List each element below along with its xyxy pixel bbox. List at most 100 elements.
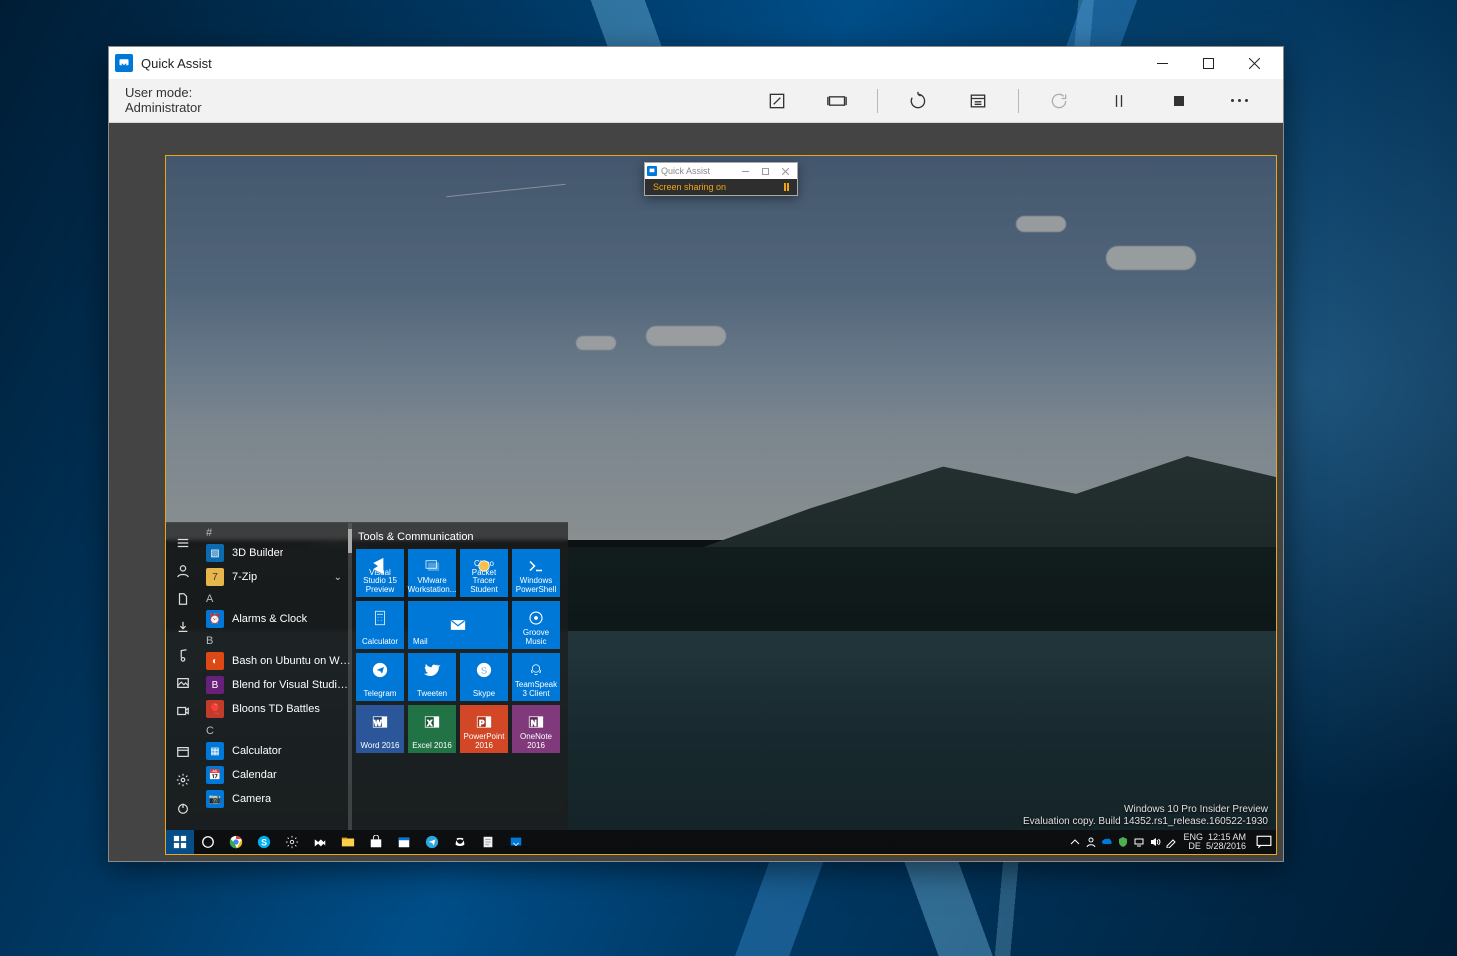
quick-assist-client-window[interactable]: Quick Assist Screen sharing on: [644, 162, 798, 196]
client-titlebar[interactable]: Quick Assist: [645, 163, 797, 179]
toolbar-separator: [1018, 89, 1019, 113]
user-mode-label: User mode:: [125, 86, 202, 101]
tray-chevron-up-icon[interactable]: [1069, 836, 1081, 848]
app-item-bloons[interactable]: 🎈Bloons TD Battles: [200, 697, 352, 721]
tray-date[interactable]: 5/28/2016: [1206, 841, 1246, 851]
rail-settings-button[interactable]: [171, 768, 195, 792]
taskbar-store[interactable]: [362, 830, 390, 854]
quick-assist-icon: [115, 54, 133, 72]
apps-heading-hash[interactable]: #: [200, 523, 352, 541]
tray-network-icon[interactable]: [1133, 836, 1145, 848]
tile-mail[interactable]: Mail: [408, 601, 508, 649]
app-item-camera[interactable]: 📷Camera: [200, 787, 352, 811]
tile-powerpoint[interactable]: PPowerPoint 2016: [460, 705, 508, 753]
tray-pen-icon[interactable]: [1165, 836, 1177, 848]
more-button[interactable]: [1217, 79, 1261, 123]
window-titlebar[interactable]: Quick Assist: [109, 47, 1283, 79]
rail-expand-button[interactable]: [171, 531, 195, 555]
tray-volume-icon[interactable]: [1149, 836, 1161, 848]
rail-explorer-button[interactable]: [171, 740, 195, 764]
app-item-blend[interactable]: BBlend for Visual Studio 2015: [200, 673, 352, 697]
quick-assist-toolbar: User mode: Administrator: [109, 79, 1283, 123]
taskbar: S: [166, 830, 1276, 854]
insider-watermark: Windows 10 Pro Insider Preview Evaluatio…: [1023, 804, 1268, 828]
taskbar-steam[interactable]: [306, 830, 334, 854]
tile-groove[interactable]: Groove Music: [512, 601, 560, 649]
svg-text:P: P: [479, 719, 485, 728]
fit-screen-button[interactable]: [815, 79, 859, 123]
action-center-button[interactable]: [1256, 834, 1272, 850]
taskbar-quick-assist[interactable]: [502, 830, 530, 854]
taskbar-skype[interactable]: S: [250, 830, 278, 854]
client-pause-button[interactable]: [784, 183, 789, 191]
rail-pictures-button[interactable]: [171, 671, 195, 695]
client-window-title: Quick Assist: [661, 166, 710, 176]
app-item-alarms[interactable]: ⏰Alarms & Clock: [200, 607, 352, 631]
tray-onedrive-icon[interactable]: [1101, 836, 1113, 848]
rail-music-button[interactable]: [171, 643, 195, 667]
tile-vmware[interactable]: VMware Workstation...: [408, 549, 456, 597]
quick-assist-icon: [647, 166, 657, 176]
window-title: Quick Assist: [141, 56, 212, 71]
apps-heading-b[interactable]: B: [200, 631, 352, 649]
taskbar-explorer[interactable]: [334, 830, 362, 854]
watermark-line1: Windows 10 Pro Insider Preview: [1023, 804, 1268, 816]
tile-tweeten[interactable]: Tweeten: [408, 653, 456, 701]
rail-downloads-button[interactable]: [171, 615, 195, 639]
app-item-7zip[interactable]: 77-Zip ⌄: [200, 565, 352, 589]
client-status-label: Screen sharing on: [653, 182, 726, 192]
client-minimize-button[interactable]: [735, 164, 755, 178]
rail-documents-button[interactable]: [171, 587, 195, 611]
tile-telegram[interactable]: Telegram: [356, 653, 404, 701]
close-button[interactable]: [1231, 47, 1277, 79]
tile-powershell[interactable]: Windows PowerShell: [512, 549, 560, 597]
client-maximize-button[interactable]: [755, 164, 775, 178]
apps-heading-c[interactable]: C: [200, 721, 352, 739]
client-close-button[interactable]: [775, 164, 795, 178]
svg-text:S: S: [261, 838, 267, 848]
tile-visual-studio[interactable]: Visual Studio 15 Preview: [356, 549, 404, 597]
taskbar-notepad[interactable]: [474, 830, 502, 854]
start-menu-app-list[interactable]: # ▧3D Builder 77-Zip ⌄ A ⏰Alarms & Clock…: [200, 523, 352, 830]
tile-excel[interactable]: XExcel 2016: [408, 705, 456, 753]
taskbar-chrome[interactable]: [222, 830, 250, 854]
restart-button[interactable]: [896, 79, 940, 123]
tile-word[interactable]: WWord 2016: [356, 705, 404, 753]
app-item-bash[interactable]: ◐Bash on Ubuntu on Windows: [200, 649, 352, 673]
tray-people-icon[interactable]: [1085, 836, 1097, 848]
rail-power-button[interactable]: [171, 796, 195, 820]
taskbar-settings[interactable]: [278, 830, 306, 854]
tiles-group-title[interactable]: Tools & Communication: [358, 531, 560, 543]
apps-scrollbar[interactable]: [348, 523, 352, 830]
task-manager-button[interactable]: [956, 79, 1000, 123]
minimize-button[interactable]: [1139, 47, 1185, 79]
tile-teamspeak[interactable]: TeamSpeak 3 Client: [512, 653, 560, 701]
start-menu: # ▧3D Builder 77-Zip ⌄ A ⏰Alarms & Clock…: [166, 522, 568, 830]
start-button[interactable]: [166, 830, 194, 854]
rail-videos-button[interactable]: [171, 699, 195, 723]
taskbar-calendar[interactable]: [390, 830, 418, 854]
app-item-calendar[interactable]: 📅Calendar: [200, 763, 352, 787]
app-item-calculator[interactable]: ▦Calculator: [200, 739, 352, 763]
stop-button[interactable]: [1157, 79, 1201, 123]
cortana-button[interactable]: [194, 830, 222, 854]
svg-text:S: S: [481, 666, 488, 677]
tile-skype[interactable]: SSkype: [460, 653, 508, 701]
user-mode-value: Administrator: [125, 101, 202, 116]
tile-cisco[interactable]: Cisco Packet Tracer Student: [460, 549, 508, 597]
system-tray[interactable]: ENG 12:15 AM DE 5/28/2016: [1069, 830, 1276, 854]
pause-button[interactable]: [1097, 79, 1141, 123]
rail-account-button[interactable]: [171, 559, 195, 583]
remote-screen[interactable]: Quick Assist Screen sharing on Windows 1…: [165, 155, 1277, 855]
annotate-button[interactable]: [755, 79, 799, 123]
taskbar-telegram[interactable]: [418, 830, 446, 854]
chevron-down-icon: ⌄: [334, 572, 342, 583]
tray-security-icon[interactable]: [1117, 836, 1129, 848]
maximize-button[interactable]: [1185, 47, 1231, 79]
app-item-3d-builder[interactable]: ▧3D Builder: [200, 541, 352, 565]
apps-heading-a[interactable]: A: [200, 589, 352, 607]
taskbar-discord[interactable]: [446, 830, 474, 854]
tray-lang2[interactable]: DE: [1188, 841, 1201, 851]
tile-onenote[interactable]: NOneNote 2016: [512, 705, 560, 753]
tile-calculator[interactable]: Calculator: [356, 601, 404, 649]
